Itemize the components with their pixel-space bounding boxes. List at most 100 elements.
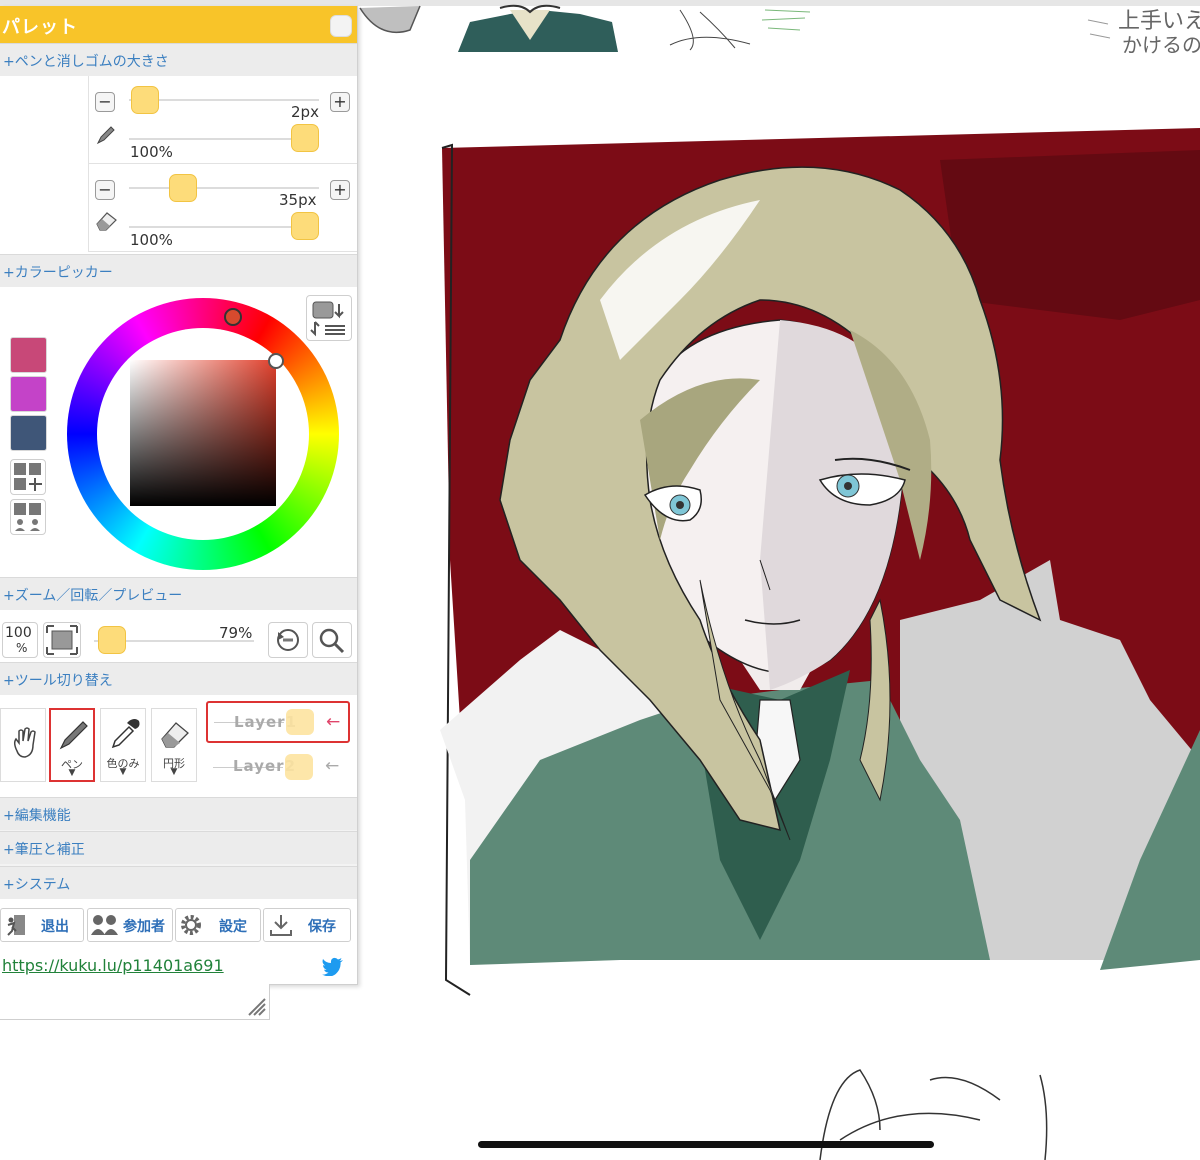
section-edit-header[interactable]: +編集機能	[0, 797, 357, 830]
color-picker-body	[0, 287, 357, 577]
pen-icon	[59, 721, 88, 750]
pencil-icon	[96, 126, 115, 145]
pen-size-row: − + 2px 100%	[88, 76, 357, 164]
ellipse-dropdown-icon: ▼	[170, 767, 178, 777]
palette-close-button[interactable]	[330, 15, 352, 37]
download-icon	[270, 915, 292, 936]
section-tools-header[interactable]: +ツール切り替え	[0, 662, 357, 695]
section-zoom-header[interactable]: +ズーム／回転／プレビュー	[0, 577, 357, 610]
eraser-size-knob[interactable]	[169, 174, 197, 202]
pen-eraser-body: − + 2px 100% − + 35px 100%	[0, 76, 357, 254]
fit-screen-icon	[46, 625, 78, 655]
layer-1-arrow-icon: ←	[326, 712, 341, 732]
hand-tool-button[interactable]	[0, 708, 46, 782]
eraser-size-track[interactable]	[129, 187, 319, 189]
eyedropper-icon	[111, 719, 140, 749]
section-pressure-label: +筆圧と補正	[3, 842, 85, 858]
note-top-right: 上手いえ かけるの	[1087, 9, 1200, 57]
section-pressure-header[interactable]: +筆圧と補正	[0, 831, 357, 864]
settings-button[interactable]: 設定	[175, 908, 261, 942]
section-zoom-label: +ズーム／回転／プレビュー	[3, 588, 183, 604]
zoom-body: 100 % 79%	[0, 610, 357, 662]
eraser-opacity-value: 100%	[130, 231, 173, 249]
pen-size-minus-button[interactable]: −	[95, 92, 115, 112]
twitter-icon[interactable]	[321, 956, 345, 976]
pen-tool-button[interactable]: ペン ▼	[49, 708, 95, 782]
eraser-size-row: − + 35px 100%	[88, 164, 357, 252]
eraser-size-minus-button[interactable]: −	[95, 180, 115, 200]
sketch-top-left	[359, 4, 811, 52]
room-url-link[interactable]: https://kuku.lu/p11401a691	[2, 956, 224, 975]
section-pen-eraser-header[interactable]: +ペンと消しゴムの大きさ	[0, 43, 357, 76]
resize-grip-icon[interactable]	[245, 995, 267, 1017]
rotate-icon	[277, 629, 299, 651]
save-label: 保存	[308, 919, 336, 935]
section-edit-label: +編集機能	[3, 808, 71, 824]
eyedropper-tool-button[interactable]: 色のみ ▼	[100, 708, 146, 782]
palette-resize-area	[0, 984, 270, 1020]
color-swatch-3[interactable]	[10, 415, 47, 451]
exit-label: 退出	[41, 919, 69, 935]
save-button[interactable]: 保存	[263, 908, 351, 942]
hand-icon	[13, 727, 36, 758]
section-color-picker-label: +カラーピッカー	[3, 265, 113, 281]
picker-mode-button[interactable]	[306, 295, 352, 341]
zoom-knob[interactable]	[98, 626, 126, 654]
pen-tool-dropdown-icon: ▼	[68, 768, 76, 778]
zoom-reset-label: 100	[5, 625, 32, 641]
add-swatch-icon	[14, 463, 42, 491]
pen-opacity-value: 100%	[130, 143, 173, 161]
rotate-reset-button[interactable]	[268, 622, 308, 658]
hue-handle[interactable]	[224, 308, 242, 326]
saturation-value-square[interactable]	[130, 360, 276, 506]
eraser-size-plus-button[interactable]: +	[330, 180, 350, 200]
zoom-value: 79%	[219, 624, 253, 642]
home-indicator[interactable]	[478, 1141, 934, 1148]
gear-icon	[181, 915, 201, 935]
zoom-reset-unit: %	[16, 641, 28, 655]
zoom-reset-button[interactable]: 100 %	[2, 622, 38, 658]
note-line-1: 上手いえ	[1118, 9, 1200, 34]
magnifier-icon	[319, 628, 345, 654]
share-swatch-button[interactable]	[10, 499, 46, 535]
color-swatch-2[interactable]	[10, 376, 47, 412]
members-label: 参加者	[123, 919, 165, 935]
layer-2-button[interactable]: Layer2 ←	[206, 746, 350, 788]
pen-size-knob[interactable]	[131, 86, 159, 114]
color-swatch-1[interactable]	[10, 337, 47, 373]
pen-size-value: 2px	[291, 103, 319, 121]
eraser-icon	[96, 212, 117, 231]
layer-1-opacity-knob[interactable]	[286, 709, 314, 735]
layer-2-arrow-icon: ←	[325, 756, 340, 776]
eyedropper-dropdown-icon: ▼	[119, 767, 127, 777]
members-button[interactable]: 参加者	[87, 908, 173, 942]
pen-size-plus-button[interactable]: +	[330, 92, 350, 112]
section-tools-label: +ツール切り替え	[3, 673, 113, 689]
share-swatch-icon	[14, 503, 41, 531]
ellipse-tool-button[interactable]: 円形 ▼	[151, 708, 197, 782]
pen-opacity-knob[interactable]	[291, 124, 319, 152]
eraser-size-value: 35px	[279, 191, 317, 209]
sv-handle[interactable]	[268, 353, 284, 369]
main-illustration	[440, 128, 1200, 1160]
exit-button[interactable]: 退出	[0, 908, 84, 942]
layer-1-button[interactable]: Layer1 ←	[206, 701, 350, 743]
preview-button[interactable]	[312, 622, 352, 658]
section-system-label: +システム	[3, 877, 71, 893]
eraser-opacity-knob[interactable]	[291, 212, 319, 240]
picker-mode-icon	[310, 301, 345, 337]
fit-screen-button[interactable]	[43, 622, 81, 658]
eraser-shape-icon	[161, 722, 189, 748]
section-color-picker-header[interactable]: +カラーピッカー	[0, 254, 357, 287]
note-line-2: かけるの	[1122, 33, 1200, 57]
palette-header[interactable]: パレット	[0, 6, 357, 43]
layer-2-opacity-knob[interactable]	[285, 754, 313, 780]
exit-icon	[7, 915, 25, 936]
add-swatch-button[interactable]	[10, 459, 46, 495]
section-pen-eraser-label: +ペンと消しゴムの大きさ	[3, 54, 169, 70]
palette-title: パレット	[2, 17, 78, 38]
settings-label: 設定	[219, 919, 247, 935]
palette-panel: パレット +ペンと消しゴムの大きさ − + 2px 100% − + 35px	[0, 6, 358, 985]
members-icon	[91, 915, 118, 935]
section-system-header[interactable]: +システム	[0, 866, 357, 899]
